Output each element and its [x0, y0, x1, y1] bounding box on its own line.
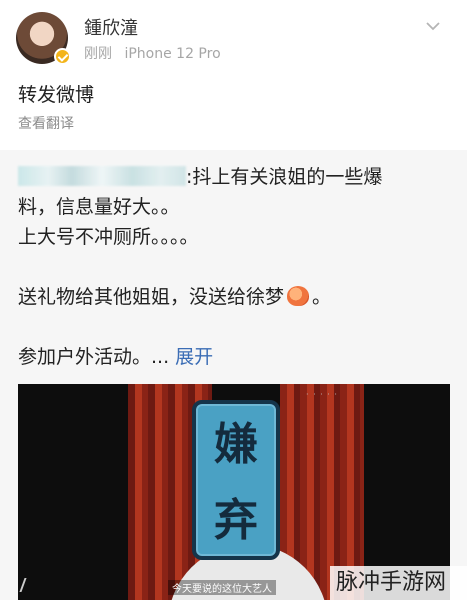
retweet-line-3: 上大号不冲厕所。。。。 [18, 226, 199, 248]
retweeted-post[interactable]: :抖上有关浪姐的一些爆 料，信息量好大。。 上大号不冲厕所。。。。 送礼物给其他… [0, 150, 467, 600]
retweet-line-blank [18, 252, 448, 282]
retweet-line-1-text: :抖上有关浪姐的一些爆 [186, 166, 383, 188]
retweeted-text: :抖上有关浪姐的一些爆 料，信息量好大。。 上大号不冲厕所。。。。 送礼物给其他… [18, 162, 448, 372]
retweet-line-1: :抖上有关浪姐的一些爆 [18, 162, 448, 192]
redacted-username [18, 166, 186, 186]
chevron-down-icon[interactable] [425, 18, 441, 34]
site-watermark: 脉冲手游网 [330, 566, 467, 600]
retweet-line-5: 参加户外活动。... 展开 [18, 342, 448, 372]
retweet-line-5-text: 参加户外活动。... [18, 346, 170, 368]
post-body-text: 转发微博 [18, 84, 95, 106]
translate-link[interactable]: 查看翻译 [18, 113, 74, 133]
post-time: 刚刚 [84, 46, 112, 62]
stamp-char-1: 嫌 [214, 419, 258, 470]
username[interactable]: 鍾欣潼 [84, 14, 138, 40]
retweet-line-4-text: 送礼物给其他姐姐，没送给徐梦 [18, 286, 285, 308]
retweet-line-2: 料，信息量好大。。 [18, 196, 180, 218]
post-device: iPhone 12 Pro [124, 46, 221, 62]
verified-badge-icon [54, 48, 71, 65]
decorative-mark [19, 578, 53, 592]
retweet-line-4-end: 。 [312, 286, 332, 308]
stamp-char-2: 弃 [214, 495, 258, 546]
post-meta: 刚刚 iPhone 12 Pro [84, 43, 221, 63]
post-header: 鍾欣潼 刚刚 iPhone 12 Pro [0, 0, 467, 74]
retweet-line-4: 送礼物给其他姐姐，没送给徐梦 。 [18, 282, 448, 312]
peach-emoji-icon [287, 286, 310, 306]
retweet-line-blank-2 [18, 312, 448, 342]
stamp-label: 嫌 弃 [192, 400, 280, 560]
video-subtitle: 今天要说的这位大艺人 [168, 580, 276, 595]
avatar[interactable] [16, 12, 71, 65]
expand-link[interactable]: 展开 [175, 346, 213, 368]
video-top-marks: · · · · · [306, 390, 338, 399]
